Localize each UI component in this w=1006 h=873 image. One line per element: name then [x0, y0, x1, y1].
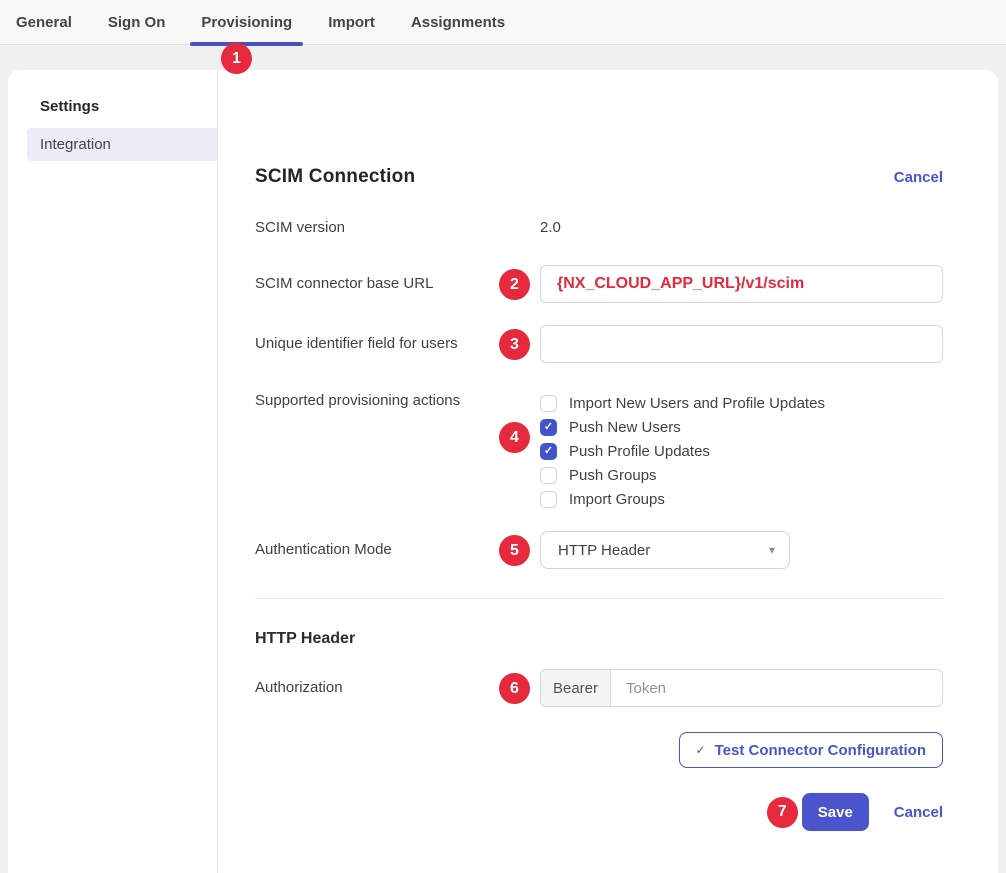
checkbox-push-new-users[interactable]: ✓ Push New Users [540, 415, 943, 439]
cancel-link-bottom[interactable]: Cancel [894, 804, 943, 821]
tab-sign-on[interactable]: Sign On [97, 0, 177, 45]
unique-identifier-row: Unique identifier field for users 3 [255, 325, 943, 363]
auth-mode-row: Authentication Mode 5 HTTP Header ▾ [255, 531, 943, 569]
unique-identifier-input[interactable] [540, 325, 943, 363]
page-title: SCIM Connection [255, 166, 415, 188]
checkbox-push-profile-updates[interactable]: ✓ Push Profile Updates [540, 439, 943, 463]
http-header-section-title: HTTP Header [255, 630, 943, 648]
checkbox-icon: ✓ [540, 491, 557, 508]
annotation-badge-5: 5 [499, 535, 530, 566]
sidebar-heading: Settings [40, 98, 217, 115]
test-connector-label: Test Connector Configuration [715, 742, 926, 759]
checkbox-label: Import New Users and Profile Updates [569, 395, 825, 412]
scim-version-row: SCIM version 2.0 [255, 219, 943, 241]
scim-version-label: SCIM version [255, 219, 540, 236]
sidebar-item-integration[interactable]: Integration [27, 128, 217, 161]
bearer-prefix: Bearer [541, 670, 611, 706]
checkbox-label: Push New Users [569, 419, 681, 436]
scim-version-value: 2.0 [540, 219, 943, 236]
annotation-badge-4: 4 [499, 422, 530, 453]
check-icon: ✓ [696, 743, 706, 757]
cancel-link-top[interactable]: Cancel [894, 169, 943, 186]
checkbox-icon: ✓ [540, 443, 557, 460]
checkbox-icon: ✓ [540, 419, 557, 436]
checkbox-icon: ✓ [540, 395, 557, 412]
unique-identifier-label: Unique identifier field for users [255, 325, 540, 352]
save-button[interactable]: Save [802, 793, 869, 831]
checkbox-label: Push Groups [569, 467, 657, 484]
provisioning-card: Settings Integration SCIM Connection Can… [8, 70, 998, 873]
section-divider [255, 598, 943, 599]
checkbox-icon: ✓ [540, 467, 557, 484]
annotation-badge-7: 7 [767, 797, 798, 828]
token-input[interactable] [611, 670, 942, 706]
annotation-badge-2: 2 [499, 269, 530, 300]
auth-mode-label: Authentication Mode [255, 531, 540, 558]
scim-connection-form: SCIM Connection Cancel SCIM version 2.0 … [218, 70, 998, 873]
checkbox-label: Push Profile Updates [569, 443, 710, 460]
checkbox-push-groups[interactable]: ✓ Push Groups [540, 463, 943, 487]
authorization-input-group: Bearer [540, 669, 943, 707]
tab-provisioning[interactable]: Provisioning [190, 0, 303, 45]
provisioning-actions-label: Supported provisioning actions [255, 391, 540, 409]
checkbox-label: Import Groups [569, 491, 665, 508]
tab-import[interactable]: Import [317, 0, 386, 45]
base-url-row: SCIM connector base URL 2 [255, 265, 943, 303]
annotation-badge-1: 1 [221, 43, 252, 74]
tab-assignments[interactable]: Assignments [400, 0, 516, 45]
annotation-badge-3: 3 [499, 329, 530, 360]
test-connector-configuration-button[interactable]: ✓ Test Connector Configuration [679, 732, 943, 768]
settings-sidebar: Settings Integration [8, 70, 218, 873]
base-url-label: SCIM connector base URL [255, 265, 540, 292]
annotation-badge-6: 6 [499, 673, 530, 704]
checkbox-import-new-users[interactable]: ✓ Import New Users and Profile Updates [540, 391, 943, 415]
selected-auth-mode: HTTP Header [558, 542, 769, 559]
chevron-down-icon: ▾ [769, 543, 775, 557]
authentication-mode-select[interactable]: HTTP Header ▾ [540, 531, 790, 569]
tab-general[interactable]: General [5, 0, 83, 45]
authorization-label: Authorization [255, 669, 540, 696]
base-url-input[interactable] [540, 265, 943, 303]
app-tab-bar: General Sign On Provisioning Import Assi… [0, 0, 1006, 45]
provisioning-actions-row: Supported provisioning actions 4 ✓ Impor… [255, 391, 943, 511]
authorization-row: Authorization 6 Bearer [255, 669, 943, 707]
checkbox-import-groups[interactable]: ✓ Import Groups [540, 487, 943, 511]
